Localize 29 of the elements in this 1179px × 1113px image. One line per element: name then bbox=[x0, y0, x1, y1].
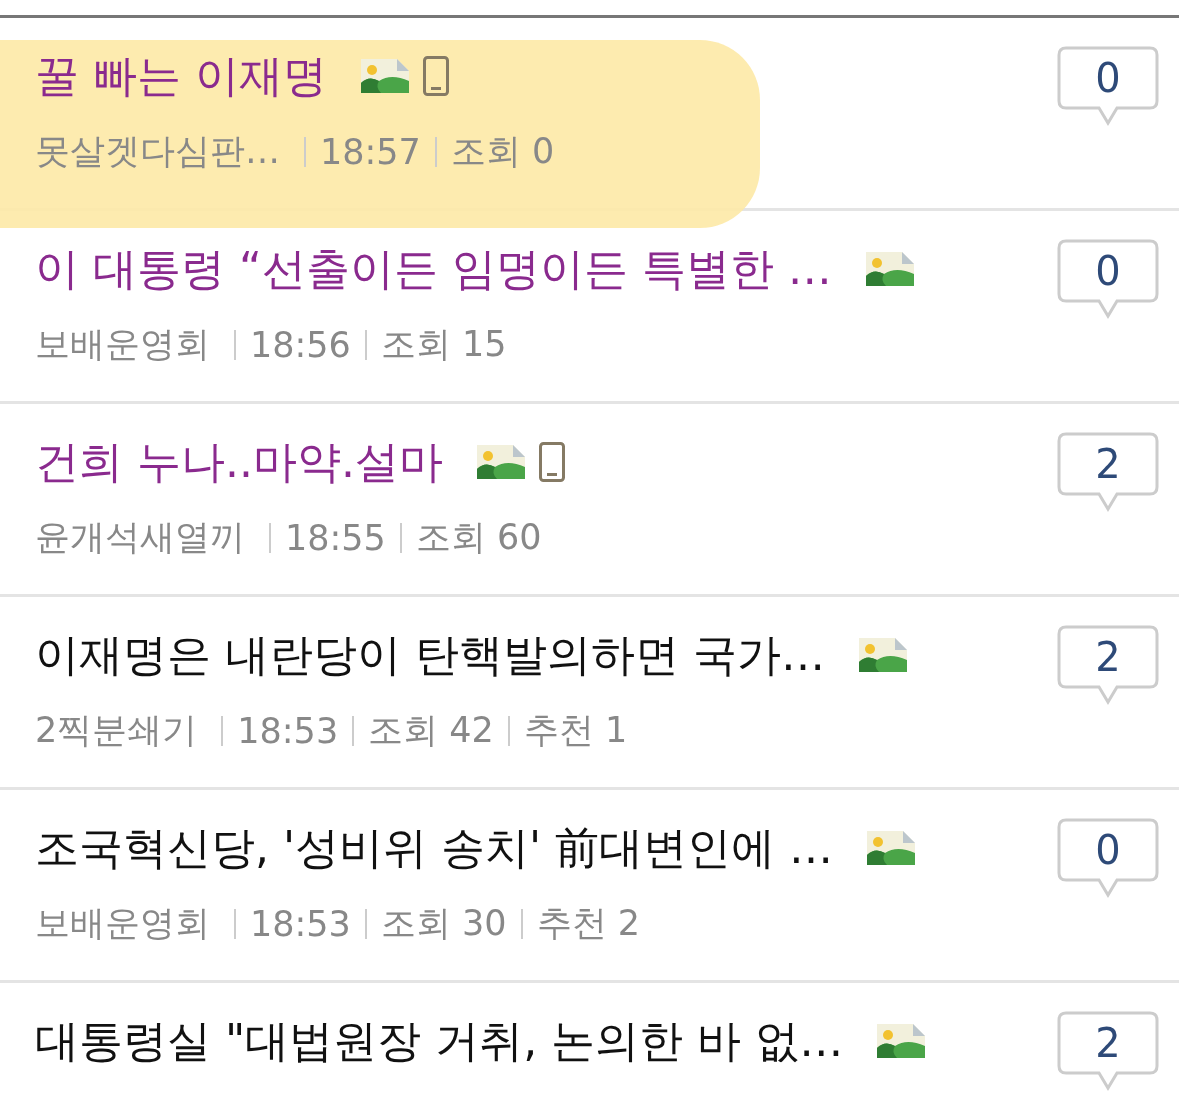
comment-count[interactable]: 2 bbox=[1057, 1011, 1159, 1091]
post-title[interactable]: 이 대통령 “선출이든 임명이든 특별한 … bbox=[35, 239, 832, 299]
post-views: 조회 60 bbox=[415, 516, 542, 559]
comment-count[interactable]: 0 bbox=[1057, 46, 1159, 126]
post-views: 조회 30 bbox=[380, 902, 507, 945]
post-author: 윤개석새열끼 bbox=[35, 516, 245, 559]
comment-count[interactable]: 0 bbox=[1057, 239, 1159, 319]
comment-count[interactable]: 2 bbox=[1057, 432, 1159, 512]
post-author: 못살겟다심판… bbox=[35, 130, 280, 173]
post-title[interactable]: 대통령실 "대법원장 거취, 논의한 바 없… bbox=[35, 1011, 844, 1071]
post-author: 보배운영회 bbox=[35, 323, 210, 366]
post-views: 조회 42 bbox=[368, 709, 494, 752]
comment-count[interactable]: 0 bbox=[1057, 818, 1159, 898]
post-views: 조회 15 bbox=[380, 323, 507, 366]
post-author: 보배운영회 bbox=[35, 902, 210, 945]
post-views: 조회 0 bbox=[450, 130, 555, 173]
post-time: 18:57 bbox=[320, 131, 421, 172]
post-title[interactable]: 조국혁신당, '성비위 송치' 前대변인에 … bbox=[35, 818, 834, 878]
comment-count[interactable]: 2 bbox=[1057, 625, 1159, 705]
post-time: 18:53 bbox=[237, 710, 339, 751]
post-title[interactable]: 꿀 빠는 이재명 bbox=[35, 46, 327, 106]
post-title[interactable]: 건희 누나..마약.설마 bbox=[35, 432, 443, 492]
post-time: 18:53 bbox=[250, 903, 351, 944]
post-time: 18:55 bbox=[285, 517, 386, 558]
post-likes: 추천 1 bbox=[523, 709, 628, 752]
post-author: 2찍분쇄기 bbox=[35, 709, 198, 752]
post-title[interactable]: 이재명은 내란당이 탄핵발의하면 국가… bbox=[35, 625, 825, 685]
post-time: 18:56 bbox=[250, 324, 351, 365]
post-likes: 추천 2 bbox=[536, 902, 640, 945]
